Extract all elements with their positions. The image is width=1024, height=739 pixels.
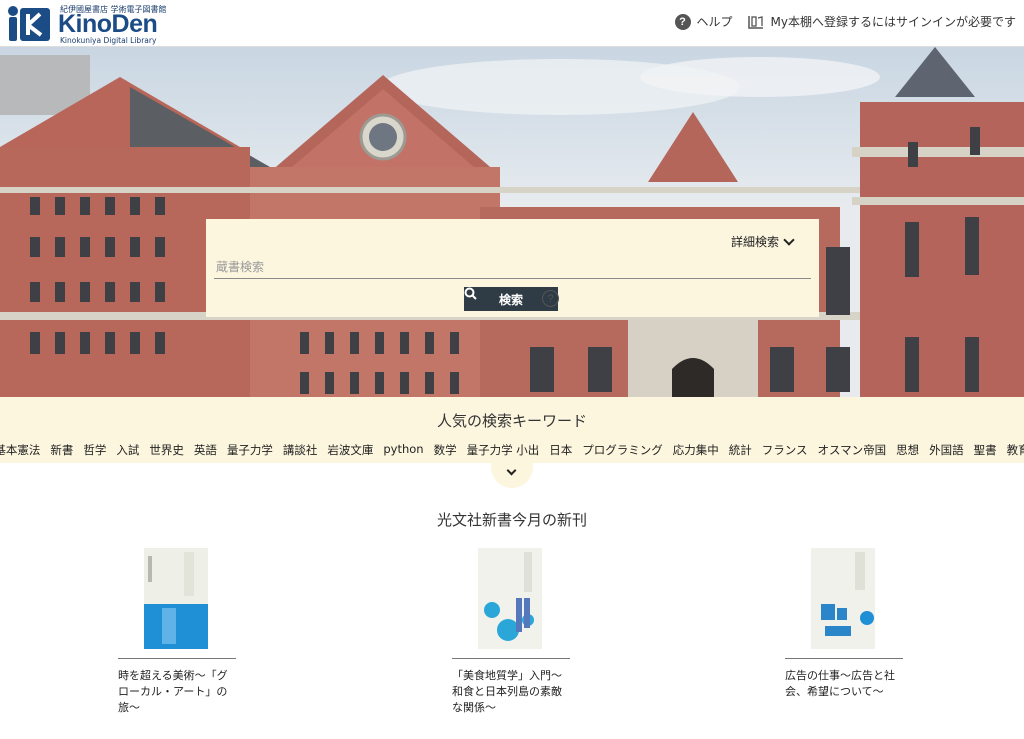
book-cover-image [144,548,208,649]
help-icon[interactable]: ? [674,13,691,30]
keyword-link[interactable]: 量子力学 小出 [467,442,540,458]
chevron-down-icon [506,465,517,476]
keyword-link[interactable]: 統計 [729,442,752,458]
keyword-link[interactable]: 講談社 [283,442,318,458]
keyword-link[interactable]: 外国語 [929,442,964,458]
search-panel: 詳細検索 検索 ? [206,219,819,317]
keywords-expand-toggle[interactable] [491,462,533,488]
keyword-link[interactable]: 思想 [896,442,919,458]
divider [118,658,236,659]
keyword-link[interactable]: 日本 [549,442,572,458]
advanced-search-toggle[interactable]: 詳細検索 [730,233,795,250]
header-actions: ? ヘルプ My本棚へ登録するにはサインインが必要です [674,13,1016,30]
keyword-link[interactable]: 応力集中 [673,442,719,458]
search-help-icon[interactable]: ? [542,290,559,307]
book-title[interactable]: 時を超える美術〜「グローカル・アート」の旅〜 [118,668,236,716]
divider [785,658,903,659]
keyword-list: 基本憲法 新書 哲学 入試 世界史 英語 量子力学 講談社 岩波文庫 pytho… [0,442,1024,458]
hero-banner: 詳細検索 検索 ? [0,47,1024,397]
keyword-link[interactable]: 英語 [194,442,217,458]
keyword-link[interactable]: 数学 [434,442,457,458]
keyword-link[interactable]: 新書 [50,442,73,458]
book-cover-image [478,548,542,649]
keyword-link[interactable]: フランス [762,442,808,458]
signin-link[interactable]: My本棚へ登録するにはサインインが必要です [771,13,1016,30]
popular-keywords-title: 人気の検索キーワード [436,412,587,430]
search-icon [464,287,477,300]
advanced-search-label: 詳細検索 [730,235,779,249]
keyword-link[interactable]: プログラミング [582,442,663,458]
keyword-link[interactable]: 基本憲法 [0,442,40,458]
help-link[interactable]: ヘルプ [697,13,733,30]
divider [452,658,570,659]
book-title[interactable]: 「美食地質学」入門〜和食と日本列島の素敵な関係〜 [452,668,570,716]
logo-name: KinoDen [58,10,158,38]
chevron-down-icon [783,233,795,246]
keyword-link[interactable]: python [383,442,423,458]
book-cover[interactable] [811,548,875,649]
book-cover[interactable] [144,548,208,649]
new-books-title: 光文社新書今月の新刊 [436,511,587,529]
keyword-link[interactable]: 量子力学 [227,442,273,458]
logo-english: Kinokuniya Digital Library [60,36,157,45]
keyword-link[interactable]: 聖書 [974,442,997,458]
keyword-link[interactable]: 岩波文庫 [327,442,373,458]
keyword-link[interactable]: 哲学 [83,442,106,458]
logo-wordmark: 紀伊國屋書店 学術電子図書館 KinoDen Kinokuniya Digita… [58,4,168,45]
book-cover[interactable] [478,548,542,649]
keyword-link[interactable]: オスマン帝国 [818,442,887,458]
book-cover-image [811,548,875,649]
book-title[interactable]: 広告の仕事〜広告と社会、希望について〜 [785,668,903,700]
keyword-link[interactable]: 入試 [116,442,139,458]
logo-mark-icon [8,6,50,41]
search-input[interactable] [214,255,811,279]
app-header: 紀伊國屋書店 学術電子図書館 KinoDen Kinokuniya Digita… [0,0,1024,47]
search-button-label: 検索 [498,292,523,307]
bookshelf-icon [747,15,763,29]
kinoden-logo[interactable]: 紀伊國屋書店 学術電子図書館 KinoDen Kinokuniya Digita… [6,4,168,45]
keyword-link[interactable]: 世界史 [149,442,184,458]
keyword-link[interactable]: 教育 [1007,442,1024,458]
popular-keywords-section: 人気の検索キーワード 基本憲法 新書 哲学 入試 世界史 英語 量子力学 講談社… [0,397,1024,463]
